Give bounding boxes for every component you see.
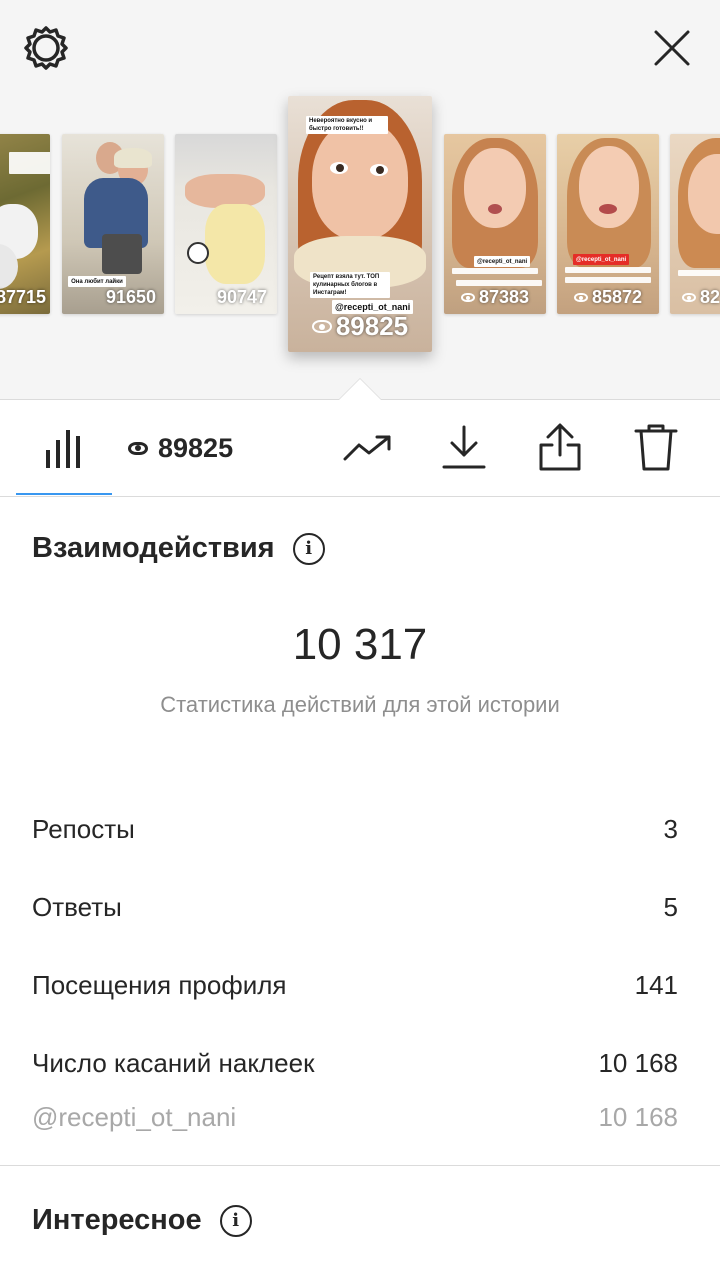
active-tab-indicator (16, 493, 112, 495)
stat-row-sticker-taps: Число касаний наклеек 10 168 (32, 1048, 678, 1079)
story-thumbnail[interactable]: 90747 (175, 134, 277, 314)
eye-icon (682, 293, 696, 302)
stat-row-mention-sticker: @recepti_ot_nani 10 168 (32, 1102, 678, 1133)
eye-icon (460, 293, 475, 302)
bar-chart-icon (46, 430, 80, 468)
settings-button[interactable] (20, 22, 72, 74)
story-view-count: 90747 (216, 287, 267, 307)
stat-value: 10 168 (598, 1048, 678, 1078)
story-view-count: 82 (700, 287, 720, 307)
stat-label: Ответы (32, 892, 122, 922)
stat-value: 5 (663, 892, 678, 922)
stat-label: Репосты (32, 814, 135, 844)
delete-button[interactable] (628, 420, 684, 476)
story-thumbnail[interactable]: @recepti_ot_nani 87383 (444, 134, 546, 314)
story-toolbar: 89825 (0, 400, 720, 497)
story-mention-sticker: @recepti_ot_nani (474, 256, 531, 267)
stat-row-profile-visits: Посещения профиля 141 (32, 970, 678, 1001)
story-thumbnail[interactable]: 82 (670, 134, 720, 314)
story-thumbnail[interactable]: @recepti_ot_nani 85872 (557, 134, 659, 314)
eye-icon (311, 320, 332, 333)
story-view-count: 85872 (591, 287, 643, 307)
interactions-total: 10 317 (292, 620, 428, 669)
stat-value: 141 (634, 970, 678, 1000)
eye-icon (128, 441, 148, 455)
stat-value: 10 168 (598, 1102, 678, 1132)
stories-header: 87715 Она любит лайки 91650 90747 Неверо… (0, 0, 720, 400)
tab-insights[interactable] (16, 400, 112, 496)
stat-value: 3 (663, 814, 678, 844)
discovery-title: Интересное (32, 1204, 202, 1236)
stat-row-reposts: Репосты 3 (32, 814, 678, 845)
info-icon[interactable]: i (292, 532, 325, 565)
story-views-summary: 89825 (128, 420, 233, 476)
trend-up-icon (343, 435, 391, 461)
story-view-count: 87383 (478, 287, 530, 307)
share-icon (539, 423, 581, 471)
story-view-count: 87715 (0, 287, 46, 307)
story-view-count: 89825 (335, 311, 409, 341)
interactions-title: Взаимодействия (32, 532, 275, 564)
views-count-label: 89825 (158, 432, 234, 463)
story-view-count: 91650 (105, 287, 156, 307)
download-button[interactable] (436, 420, 492, 476)
stat-label: Число касаний наклеек (32, 1048, 315, 1078)
story-thumbnail[interactable]: 87715 (0, 134, 50, 314)
download-icon (442, 425, 486, 469)
close-icon (654, 30, 690, 66)
story-top-text: Невероятно вкусно и быстро готовить!! (306, 116, 388, 134)
story-carousel[interactable]: 87715 Она любит лайки 91650 90747 Неверо… (0, 96, 720, 356)
stat-label: @recepti_ot_nani (32, 1102, 237, 1132)
stat-row-replies: Ответы 5 (32, 892, 678, 923)
close-button[interactable] (646, 22, 698, 74)
share-button[interactable] (532, 420, 588, 476)
story-thumbnail[interactable]: Она любит лайки 91650 (62, 134, 164, 314)
eye-icon (573, 293, 588, 302)
info-icon[interactable]: i (219, 1204, 252, 1237)
story-caption-tag: Она любит лайки (68, 276, 126, 287)
promote-button[interactable] (340, 420, 396, 476)
trash-icon (634, 424, 678, 471)
selected-story-pointer (338, 378, 382, 400)
interactions-heading: Взаимодействия i (32, 532, 325, 565)
interactions-caption: Статистика действий для этой истории (160, 692, 560, 717)
stat-label: Посещения профиля (32, 970, 287, 1000)
gear-icon (24, 26, 68, 70)
section-divider (0, 1165, 720, 1166)
story-mention-sticker: @recepti_ot_nani (573, 254, 630, 265)
story-caption-text: Рецепт взяла тут. ТОП кулинарных блогов … (310, 272, 390, 298)
discovery-heading: Интересное i (32, 1204, 252, 1237)
story-thumbnail-selected[interactable]: Невероятно вкусно и быстро готовить!! Ре… (288, 96, 432, 352)
